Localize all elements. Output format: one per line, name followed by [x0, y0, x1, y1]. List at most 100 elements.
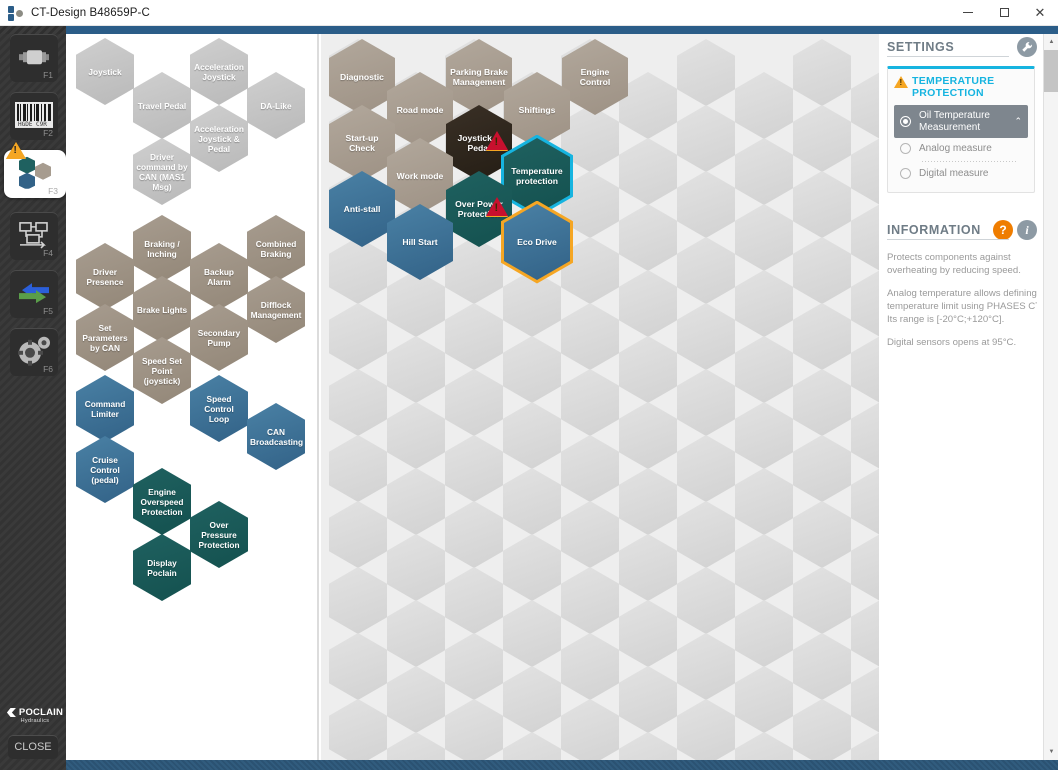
wrench-glyph — [1022, 42, 1032, 52]
hex-shape: Speed Control Loop — [190, 375, 248, 442]
hex-empty-slot — [329, 699, 387, 760]
hex-empty-slot — [445, 567, 503, 634]
option-analog-measure[interactable]: Analog measure — [894, 138, 1028, 160]
info-line-5: Its range is [-20°C;+120°C]. — [887, 314, 1005, 325]
vertical-scrollbar[interactable]: ▲ ▼ — [1043, 34, 1058, 760]
help-icon[interactable]: ? — [993, 220, 1013, 240]
window-title: CT-Design B48659P-C — [31, 6, 150, 19]
flowchart-icon — [19, 222, 48, 249]
info-line-4: temperature limit using PHASES CT. — [887, 301, 1037, 312]
hex-empty-slot — [735, 468, 793, 535]
hex-label: Start-up Check — [345, 132, 379, 154]
hex-empty-slot — [619, 336, 677, 403]
close-button[interactable]: CLOSE — [8, 735, 58, 759]
brand-subtitle: Hydraulics — [20, 718, 50, 724]
sidebar-item-f6[interactable]: F6 — [10, 328, 58, 376]
hex-empty-slot — [735, 534, 793, 601]
sidebar-right: SETTINGS TEMPERATURE PROTECTION Oil Temp… — [879, 34, 1043, 760]
hex-label: Driver command by CAN (MAS1 Msg) — [136, 151, 188, 192]
settings-title: SETTINGS — [887, 40, 955, 54]
sidebar-fkey-f2: F2 — [43, 128, 53, 138]
motor-icon — [19, 50, 49, 65]
scroll-down-icon[interactable]: ▼ — [1044, 744, 1058, 760]
hex-empty-slot — [851, 534, 879, 601]
poclain-mark-icon — [6, 708, 16, 717]
hex-empty-slot — [793, 369, 851, 436]
title-bar: CT-Design B48659P-C ✕ — [0, 0, 1058, 26]
option-label: Digital measure — [919, 167, 989, 179]
hex-empty-slot — [793, 633, 851, 700]
hex-shape: Combined Braking — [247, 215, 305, 282]
hex-empty-slot — [735, 270, 793, 337]
hex-empty-slot — [735, 600, 793, 667]
option-digital-measure[interactable]: Digital measure — [894, 163, 1028, 185]
hex-label: Road mode — [396, 104, 444, 115]
hex-empty-slot — [677, 303, 735, 370]
hex-label: DA-Like — [260, 100, 292, 111]
hex-shape: Acceleration Joystick & Pedal — [190, 105, 248, 172]
close-window-button[interactable]: ✕ — [1022, 0, 1058, 26]
scroll-up-icon[interactable]: ▲ — [1044, 34, 1058, 50]
hex-empty-slot — [387, 402, 445, 469]
warning-icon — [486, 131, 508, 151]
brand-logo: POCLAIN Hydraulics — [6, 707, 64, 724]
hex-empty-slot — [329, 501, 387, 568]
hex-label: Backup Alarm — [204, 266, 234, 287]
hex-empty-slot — [851, 270, 879, 337]
info-line-1: Protects components against — [887, 252, 1011, 263]
hex-label: Difflock Management — [250, 299, 302, 320]
sidebar-item-f2[interactable]: HGDE C9R F2 — [10, 92, 58, 140]
hex-empty-slot — [619, 204, 677, 271]
hex-empty-slot — [387, 468, 445, 535]
hex-empty-slot — [851, 468, 879, 535]
hex-empty-slot — [561, 567, 619, 634]
hex-label: Travel Pedal — [137, 100, 187, 111]
option-oil-temperature-measurement[interactable]: Oil Temperature Measurement ⌃ — [894, 105, 1028, 138]
hex-empty-slot — [735, 138, 793, 205]
hex-shape: Set Parameters by CAN — [76, 304, 134, 371]
hex-empty-slot — [503, 336, 561, 403]
hex-empty-slot — [851, 336, 879, 403]
sidebar-item-f4[interactable]: F4 — [10, 212, 58, 260]
information-rule — [887, 239, 1009, 240]
hex-label: Acceleration Joystick — [194, 61, 244, 82]
hex-empty-slot — [851, 72, 879, 139]
hex-empty-slot — [445, 303, 503, 370]
minimize-button[interactable] — [950, 0, 986, 26]
sidebar-item-f5[interactable]: F5 — [10, 270, 58, 318]
hex-label: Speed Set Point (joystick) — [141, 355, 183, 386]
hex-empty-slot — [793, 699, 851, 760]
hex-empty-slot — [619, 270, 677, 337]
hex-shape: Secondary Pump — [190, 304, 248, 371]
hex-empty-slot — [503, 600, 561, 667]
hex-label: Parking Brake Management — [450, 66, 508, 88]
scrollbar-thumb[interactable] — [1044, 50, 1058, 92]
wrench-icon[interactable] — [1017, 37, 1037, 57]
hex-label: Speed Control Loop — [204, 393, 234, 424]
sidebar-fkey-f4: F4 — [43, 248, 53, 258]
accent-hatch — [0, 26, 66, 34]
hex-label: Over Pressure Protection — [198, 519, 240, 550]
hex-empty-slot — [387, 534, 445, 601]
hex-shape: CAN Broadcasting — [247, 403, 305, 470]
hex-empty-slot — [329, 567, 387, 634]
hex-empty-slot — [851, 600, 879, 667]
hex-shape: Acceleration Joystick — [190, 38, 248, 105]
warning-icon — [894, 76, 908, 88]
status-bar — [66, 760, 1058, 770]
sidebar-item-f3[interactable]: F3 — [4, 142, 66, 198]
hexagons-icon — [19, 156, 51, 189]
option-divider — [922, 160, 1018, 162]
sidebar-item-f1[interactable]: F1 — [10, 34, 58, 82]
hex-empty-slot — [793, 105, 851, 172]
settings-card-title-text: TEMPERATURE PROTECTION — [912, 75, 995, 99]
hex-shape: Eco Drive — [504, 204, 570, 280]
maximize-button[interactable] — [986, 0, 1022, 26]
sidebar-fkey-f1: F1 — [43, 70, 53, 80]
hex-empty-slot — [329, 435, 387, 502]
hex-shape: Over Pressure Protection — [190, 501, 248, 568]
info-icon[interactable]: i — [1017, 220, 1037, 240]
chevron-up-icon[interactable]: ⌃ — [1014, 116, 1022, 127]
hex-label: Combined Braking — [255, 238, 297, 259]
hex-label: Work mode — [396, 170, 444, 181]
